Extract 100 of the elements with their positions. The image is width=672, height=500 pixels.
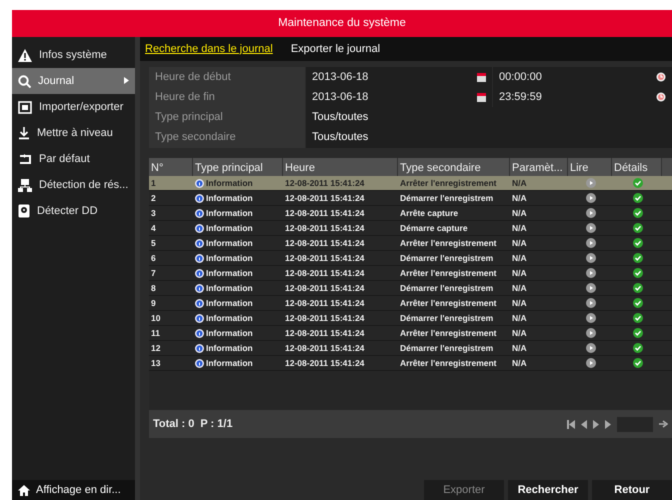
table-cell: N/A: [512, 296, 527, 310]
network-icon: [18, 178, 32, 192]
table-row[interactable]: 4 Information 12-08-2011 15:41:24 Démarre capture N/A: [149, 221, 672, 236]
table-cell: 5: [151, 236, 156, 250]
last-page-icon: [605, 420, 611, 428]
action-button[interactable]: Rechercher: [508, 480, 588, 500]
table-cell: 12-08-2011 15:41:24: [285, 206, 364, 220]
table-cell: Information: [206, 236, 253, 250]
calendar-icon: [477, 72, 486, 82]
action-button[interactable]: Retour: [592, 480, 672, 500]
table-cell: Information: [206, 356, 253, 370]
table-cell: 3: [151, 206, 156, 220]
calendar-icon: [477, 92, 486, 102]
first-page-icon: [567, 420, 575, 428]
go-arrow-icon: [659, 420, 668, 428]
date-field[interactable]: 2013-06-18: [306, 67, 492, 88]
time-field[interactable]: 23:59:59: [493, 87, 672, 108]
table-cell: 12-08-2011 15:41:24: [285, 342, 364, 354]
table-cell: 12-08-2011 15:41:24: [285, 236, 364, 250]
table-cell: N/A: [512, 356, 527, 370]
date-field[interactable]: 2013-06-18: [306, 87, 492, 108]
info-icon: [195, 208, 204, 218]
dropdown[interactable]: Tous/toutes: [306, 107, 672, 128]
clock-icon: [656, 72, 666, 82]
play-icon: [586, 283, 596, 293]
check-icon: [633, 178, 643, 188]
sidebar-item[interactable]: Mettre à niveau: [12, 120, 135, 146]
table-cell: 12-08-2011 15:41:24: [285, 282, 364, 294]
window-title: Maintenance du système: [278, 16, 406, 31]
table-cell: 12-08-2011 15:41:24: [285, 312, 364, 324]
info-icon: [195, 314, 204, 322]
play-icon: [586, 178, 596, 188]
table-cell: Information: [206, 176, 253, 190]
table-cell: 1: [151, 176, 156, 190]
table-cell: Arrêter l'enregistrement: [400, 326, 497, 340]
info-icon: [195, 268, 204, 278]
sidebar-item[interactable]: Journal: [12, 68, 135, 94]
table-cell: 11: [151, 326, 160, 340]
table-row[interactable]: 5 Information 12-08-2011 15:41:24 Arrêter l'enregistrement N/A: [149, 236, 672, 251]
clock-icon: [656, 92, 666, 102]
column-header: Heure: [283, 158, 398, 176]
table-cell: Démarrer l'enregistrem: [400, 312, 494, 324]
table-cell: 12-08-2011 15:41:24: [285, 266, 364, 280]
column-header: Type secondaire: [398, 158, 510, 176]
check-icon: [633, 268, 643, 278]
table-row[interactable]: 11 Information 12-08-2011 15:41:24 Arrêter l'enregistrement N/A: [149, 326, 672, 341]
dropdown[interactable]: Tous/toutes: [306, 127, 672, 148]
tab[interactable]: Exporter le journal: [290, 40, 380, 58]
sidebar-item[interactable]: Détection de rés...: [12, 172, 135, 198]
table-row[interactable]: 8 Information 12-08-2011 15:41:24 Démarrer l'enregistrem N/A: [149, 281, 672, 296]
check-icon: [633, 343, 643, 353]
page-indicator: P : 1/1: [200, 416, 233, 432]
field-label: Heure de fin: [149, 87, 305, 108]
live-view-button[interactable]: Affichage en dir...: [12, 480, 135, 500]
play-icon: [586, 208, 596, 218]
table-cell: N/A: [512, 252, 527, 264]
table-row[interactable]: 10 Information 12-08-2011 15:41:24 Démarrer l'enregistrem N/A: [149, 311, 672, 326]
sidebar-item[interactable]: Détecter DD: [12, 198, 135, 224]
table-cell: 12-08-2011 15:41:24: [285, 192, 364, 204]
table-cell: Information: [206, 342, 253, 354]
table-row[interactable]: 7 Information 12-08-2011 15:41:24 Arrêter l'enregistrement N/A: [149, 266, 672, 281]
table-row[interactable]: 3 Information 12-08-2011 15:41:24 Arrête capture N/A: [149, 206, 672, 221]
info-icon: [195, 328, 204, 338]
check-icon: [633, 193, 643, 203]
info-icon: [195, 298, 204, 308]
sidebar-item[interactable]: Par défaut: [12, 146, 135, 172]
check-icon: [633, 253, 643, 263]
info-icon: [195, 178, 204, 188]
table-cell: N/A: [512, 236, 527, 250]
info-icon: [195, 194, 204, 202]
table-cell: Démarrer l'enregistrem: [400, 252, 494, 264]
table-cell: Information: [206, 296, 253, 310]
table-row[interactable]: 1 Information 12-08-2011 15:41:24 Arrêter l'enregistrement N/A: [149, 176, 672, 191]
field-label: Heure de début: [149, 67, 305, 88]
table-cell: 12-08-2011 15:41:24: [285, 176, 364, 190]
table-cell: N/A: [512, 206, 527, 220]
table-cell: Arrêter l'enregistrement: [400, 236, 497, 250]
table-cell: Information: [206, 282, 253, 294]
sidebar-item[interactable]: Importer/exporter: [12, 94, 135, 120]
home-icon: [18, 484, 30, 496]
table-cell: Arrêter l'enregistrement: [400, 266, 497, 280]
table-cell: 12: [151, 342, 160, 354]
info-icon: [195, 358, 204, 368]
table-row[interactable]: 6 Information 12-08-2011 15:41:24 Démarrer l'enregistrem N/A: [149, 251, 672, 266]
table-row[interactable]: 2 Information 12-08-2011 15:41:24 Démarrer l'enregistrem N/A: [149, 191, 672, 206]
table-cell: Information: [206, 312, 253, 324]
table-cell: 10: [151, 312, 160, 324]
previous-page-icon: [581, 420, 587, 428]
sidebar-item[interactable]: Infos système: [12, 42, 135, 68]
table-row[interactable]: 9 Information 12-08-2011 15:41:24 Arrêter l'enregistrement N/A: [149, 296, 672, 311]
table-cell: 12-08-2011 15:41:24: [285, 326, 364, 340]
table-row[interactable]: 12 Information 12-08-2011 15:41:24 Démarrer l'enregistrem N/A: [149, 341, 672, 356]
info-icon: [195, 224, 204, 232]
tab[interactable]: Recherche dans le journal: [145, 40, 273, 58]
table-row[interactable]: 13 Information 12-08-2011 15:41:24 Arrêter l'enregistrement N/A: [149, 356, 672, 371]
table-cell: N/A: [512, 312, 527, 324]
time-field[interactable]: 00:00:00: [493, 67, 672, 88]
table-cell: Information: [206, 252, 253, 264]
play-icon: [586, 223, 596, 233]
column-header: Détails: [612, 158, 662, 176]
